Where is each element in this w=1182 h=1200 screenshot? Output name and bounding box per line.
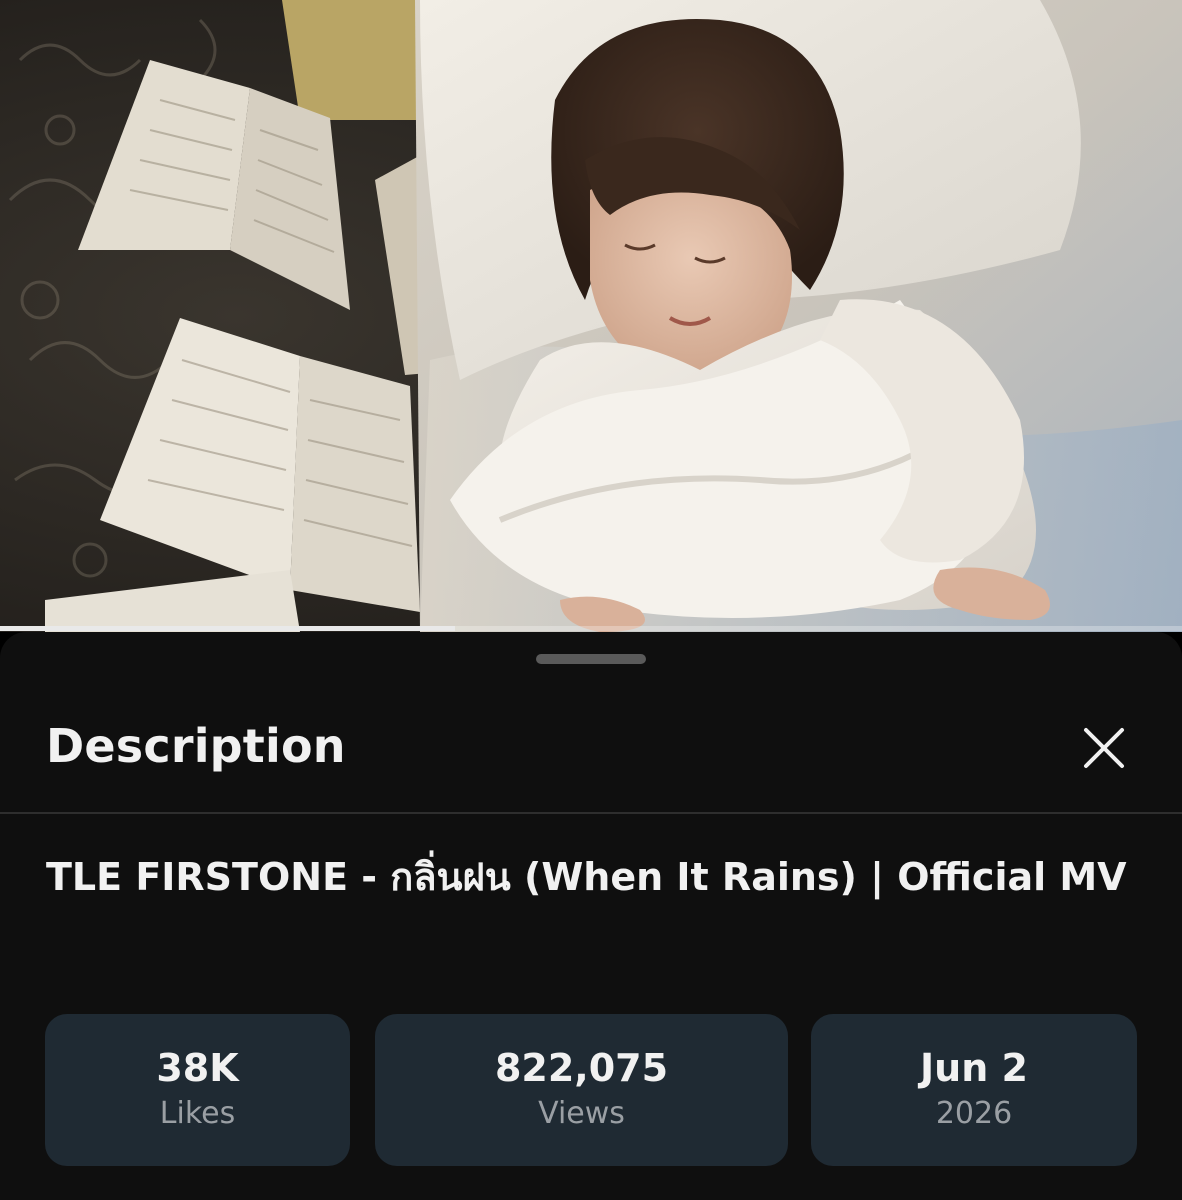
description-sheet: Description TLE FIRSTONE - กลิ่นฝน (When… (0, 632, 1182, 1200)
app-screen: Description TLE FIRSTONE - กลิ่นฝน (When… (0, 0, 1182, 1200)
sheet-divider (0, 812, 1182, 814)
likes-stat-card: 38K Likes (45, 1014, 350, 1166)
views-count: 822,075 (494, 1046, 669, 1090)
views-stat-card: 822,075 Views (375, 1014, 788, 1166)
close-button[interactable] (1072, 716, 1136, 780)
video-frame-image (0, 0, 1182, 632)
close-icon (1084, 728, 1124, 768)
publish-date-year: 2026 (935, 1096, 1013, 1131)
sheet-drag-handle[interactable] (536, 654, 646, 664)
video-player[interactable] (0, 0, 1182, 632)
likes-count: 38K (156, 1046, 239, 1090)
video-title: TLE FIRSTONE - กลิ่นฝน (When It Rains) |… (46, 855, 1127, 899)
publish-date-card: Jun 2 2026 (811, 1014, 1137, 1166)
video-progress-bar[interactable] (0, 626, 1182, 631)
publish-date-day: Jun 2 (920, 1046, 1028, 1090)
sheet-title: Description (46, 719, 346, 773)
video-progress-fill (0, 626, 456, 631)
views-label: Views (538, 1096, 625, 1131)
likes-label: Likes (159, 1096, 236, 1131)
